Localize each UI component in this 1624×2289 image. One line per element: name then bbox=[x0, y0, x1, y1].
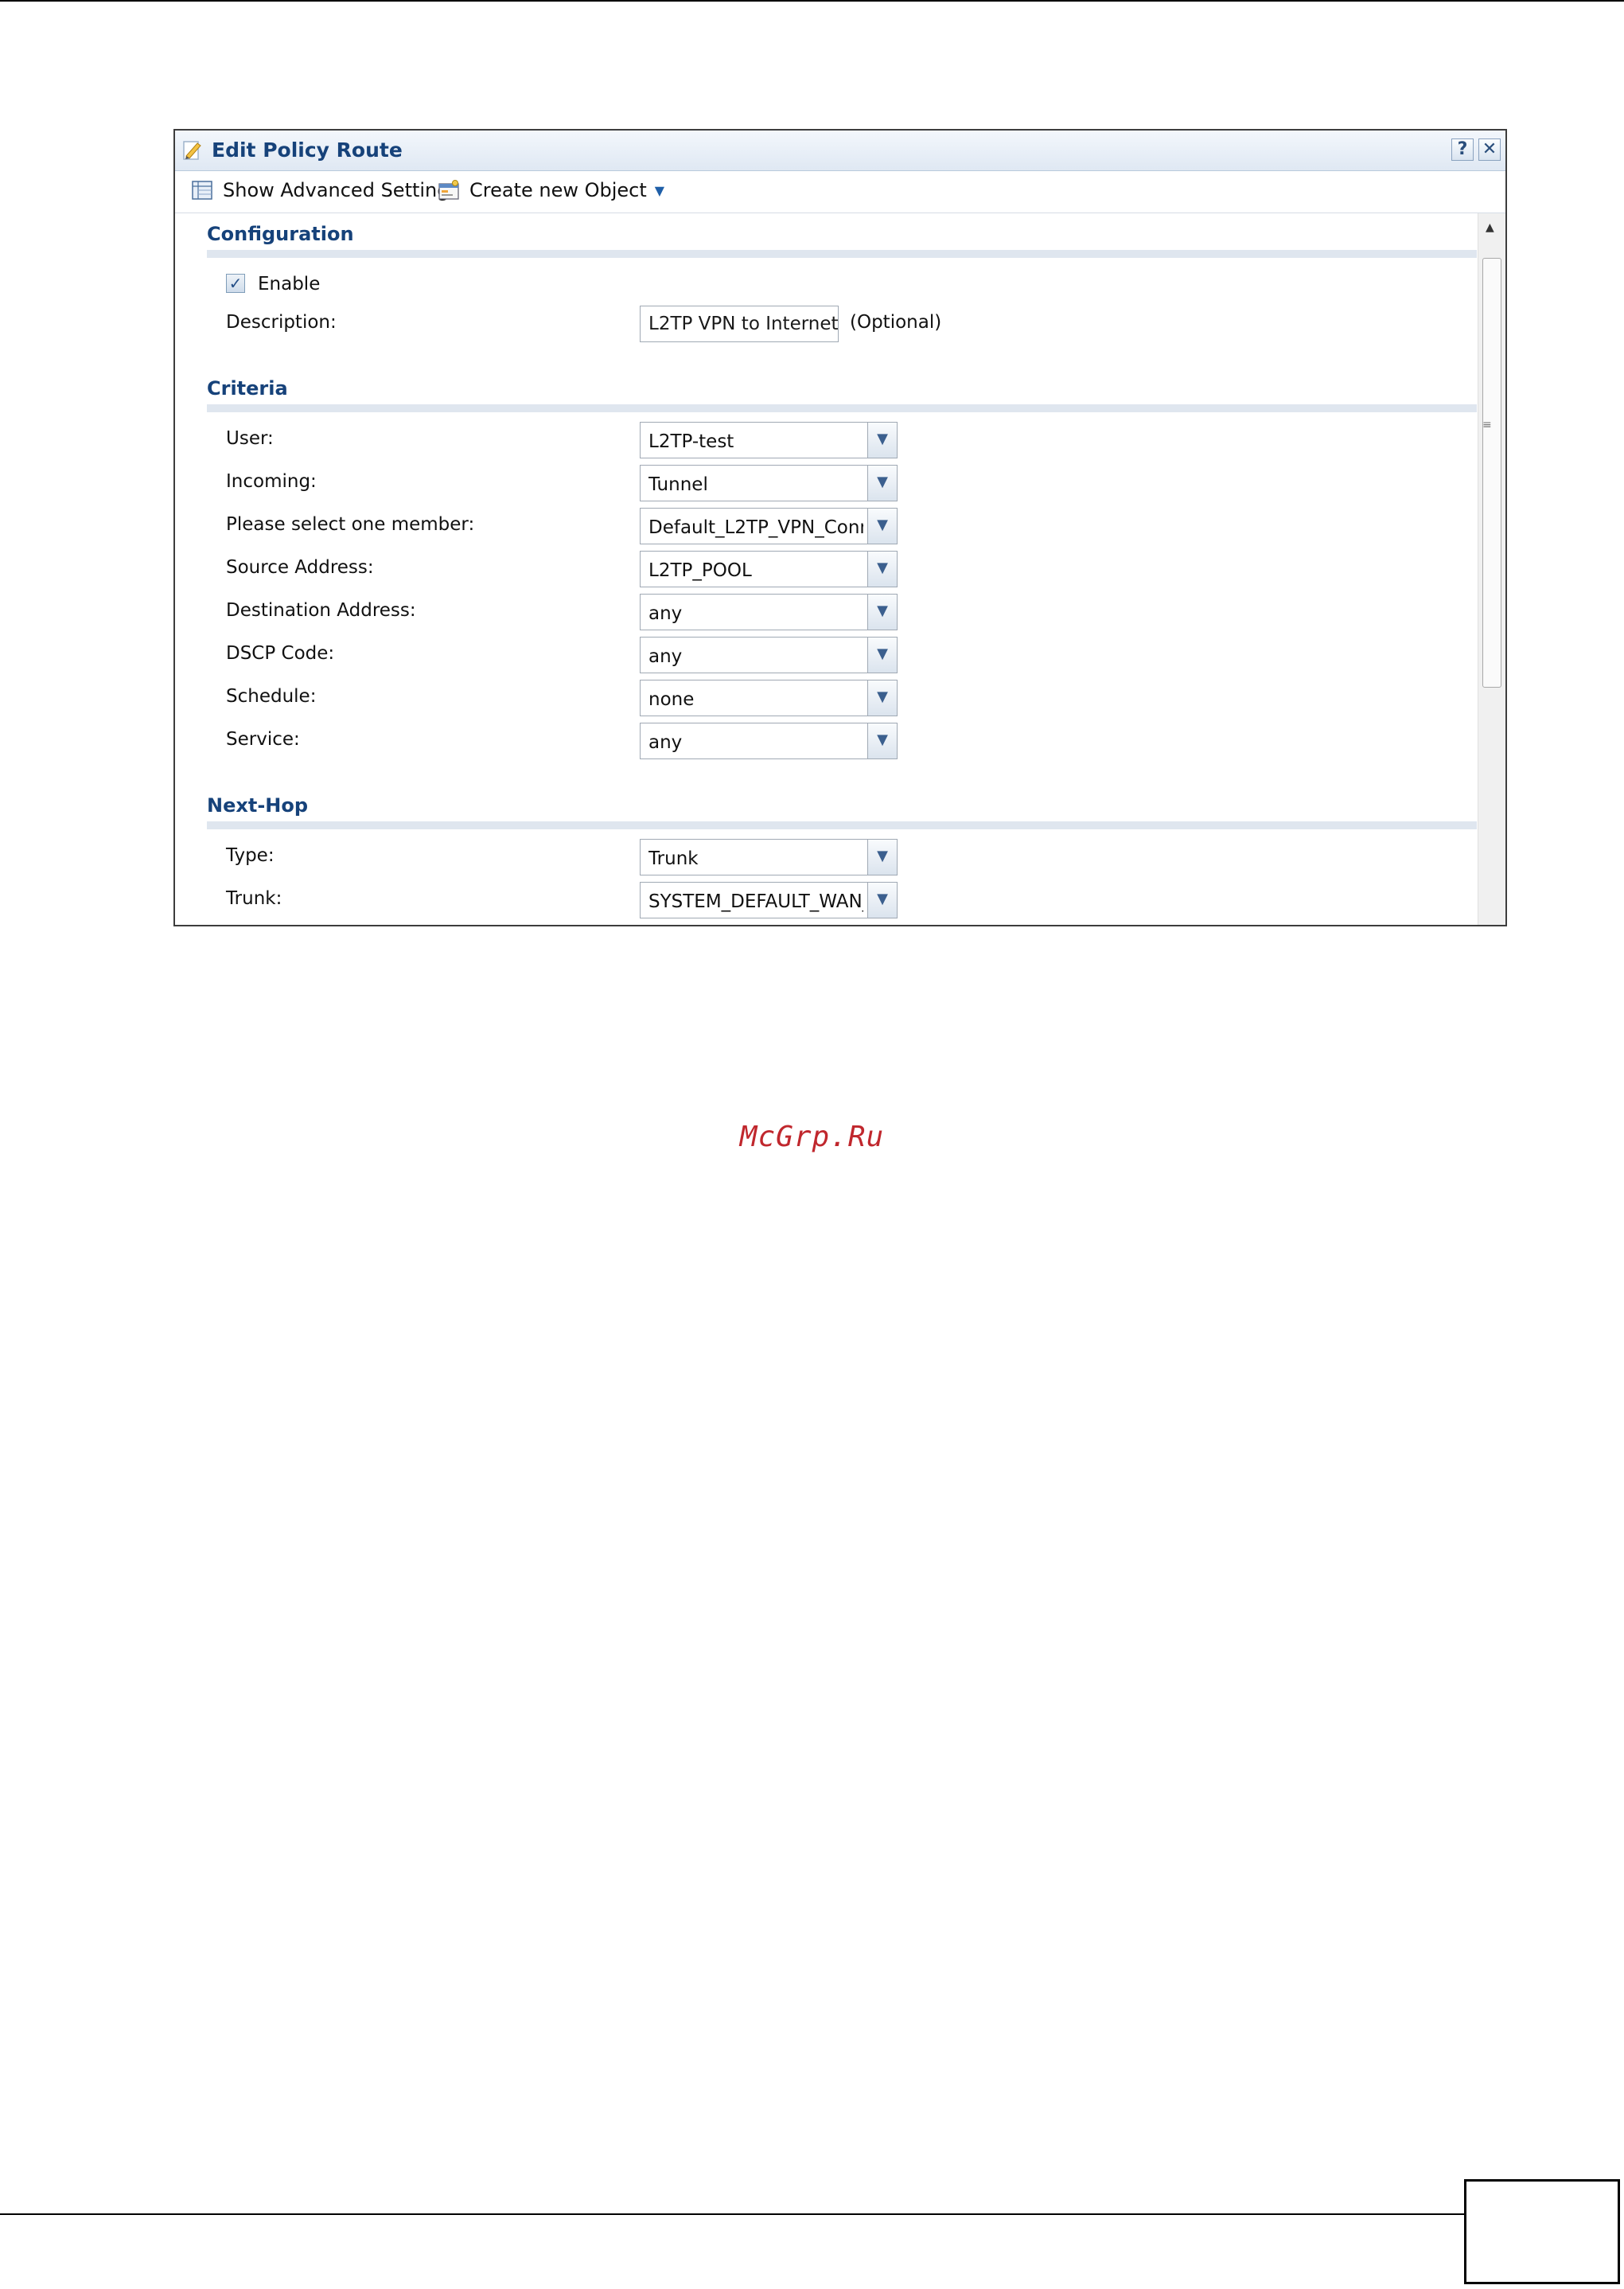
user-select-value: L2TP-test bbox=[648, 431, 734, 452]
source-address-select-value: L2TP_POOL bbox=[648, 560, 752, 581]
service-label: Service: bbox=[226, 729, 300, 750]
close-button[interactable]: ✕ bbox=[1478, 138, 1501, 161]
member-select-value: Default_L2TP_VPN_Connection bbox=[648, 517, 863, 538]
chevron-down-icon[interactable]: ▼ bbox=[867, 680, 897, 716]
incoming-select-value: Tunnel bbox=[648, 474, 708, 495]
optional-hint: (Optional) bbox=[850, 312, 942, 333]
page-top-rule bbox=[0, 0, 1624, 2]
watermark-text: McGrp.Ru bbox=[739, 1121, 885, 1153]
chevron-down-icon[interactable]: ▼ bbox=[867, 423, 897, 458]
service-select[interactable]: any ▼ bbox=[640, 723, 898, 759]
edit-policy-route-dialog: Edit Policy Route ? ✕ Show Advanced Sett… bbox=[173, 129, 1507, 926]
dialog-content: Configuration ✓ Enable Description: L2TP… bbox=[175, 213, 1478, 925]
dialog-toolbar: Show Advanced Settings Create new Object… bbox=[175, 171, 1505, 213]
dscp-code-select-value: any bbox=[648, 646, 683, 667]
type-label: Type: bbox=[226, 845, 275, 866]
scroll-up-arrow-icon[interactable]: ▲ bbox=[1486, 221, 1494, 234]
type-select[interactable]: Trunk ▼ bbox=[640, 839, 898, 875]
settings-table-icon bbox=[192, 181, 212, 200]
source-address-label: Source Address: bbox=[226, 557, 374, 578]
trunk-label: Trunk: bbox=[226, 888, 282, 909]
trunk-select[interactable]: SYSTEM_DEFAULT_WAN_TRUNK ▼ bbox=[640, 882, 898, 918]
show-advanced-settings-button[interactable]: Show Advanced Settings bbox=[191, 179, 459, 201]
chevron-down-icon[interactable]: ▼ bbox=[867, 638, 897, 673]
criteria-divider bbox=[207, 404, 1477, 412]
dscp-code-select[interactable]: any ▼ bbox=[640, 637, 898, 673]
destination-address-select[interactable]: any ▼ bbox=[640, 594, 898, 630]
next-hop-heading: Next-Hop bbox=[207, 794, 309, 817]
scrollbar-grip-icon: ≡ bbox=[1482, 419, 1492, 431]
chevron-down-icon[interactable]: ▼ bbox=[867, 840, 897, 875]
chevron-down-icon[interactable]: ▼ bbox=[867, 883, 897, 918]
user-label: User: bbox=[226, 428, 274, 449]
description-input[interactable]: L2TP VPN to Internet bbox=[640, 306, 839, 342]
incoming-label: Incoming: bbox=[226, 471, 317, 492]
vertical-scrollbar[interactable]: ▲ ≡ bbox=[1478, 213, 1505, 925]
enable-label: Enable bbox=[258, 274, 321, 294]
enable-checkbox[interactable]: ✓ bbox=[226, 274, 245, 293]
source-address-select[interactable]: L2TP_POOL ▼ bbox=[640, 551, 898, 587]
configuration-heading: Configuration bbox=[207, 223, 354, 245]
page-bottom-rule bbox=[0, 2213, 1464, 2215]
scrollbar-thumb[interactable] bbox=[1482, 258, 1501, 688]
new-object-icon bbox=[438, 180, 459, 200]
chevron-down-icon[interactable]: ▼ bbox=[867, 723, 897, 758]
configuration-divider bbox=[207, 250, 1477, 258]
dscp-code-label: DSCP Code: bbox=[226, 643, 335, 664]
member-label: Please select one member: bbox=[226, 514, 475, 535]
incoming-select[interactable]: Tunnel ▼ bbox=[640, 465, 898, 501]
chevron-down-icon[interactable]: ▼ bbox=[867, 552, 897, 587]
trunk-select-value: SYSTEM_DEFAULT_WAN_TRUNK bbox=[648, 891, 863, 912]
create-new-object-label: Create new Object bbox=[469, 179, 647, 201]
show-advanced-settings-label: Show Advanced Settings bbox=[223, 179, 459, 201]
destination-address-label: Destination Address: bbox=[226, 600, 416, 621]
criteria-heading: Criteria bbox=[207, 377, 288, 400]
member-select[interactable]: Default_L2TP_VPN_Connection ▼ bbox=[640, 508, 898, 544]
page-number-box bbox=[1464, 2179, 1620, 2284]
service-select-value: any bbox=[648, 732, 683, 753]
schedule-select[interactable]: none ▼ bbox=[640, 680, 898, 716]
create-new-object-menu[interactable]: Create new Object ▼ bbox=[438, 179, 664, 201]
chevron-down-icon[interactable]: ▼ bbox=[867, 595, 897, 630]
schedule-select-value: none bbox=[648, 689, 695, 710]
next-hop-divider bbox=[207, 821, 1477, 829]
schedule-label: Schedule: bbox=[226, 686, 317, 707]
dialog-titlebar[interactable]: Edit Policy Route ? ✕ bbox=[175, 131, 1505, 171]
chevron-down-icon[interactable]: ▼ bbox=[867, 466, 897, 501]
chevron-down-icon[interactable]: ▼ bbox=[867, 509, 897, 544]
type-select-value: Trunk bbox=[648, 848, 699, 869]
edit-pencil-icon bbox=[183, 141, 201, 160]
dialog-title: Edit Policy Route bbox=[212, 138, 403, 162]
user-select[interactable]: L2TP-test ▼ bbox=[640, 422, 898, 458]
help-button[interactable]: ? bbox=[1451, 138, 1474, 161]
description-label: Description: bbox=[226, 312, 337, 333]
dropdown-arrow-icon: ▼ bbox=[654, 182, 665, 198]
destination-address-select-value: any bbox=[648, 603, 683, 624]
